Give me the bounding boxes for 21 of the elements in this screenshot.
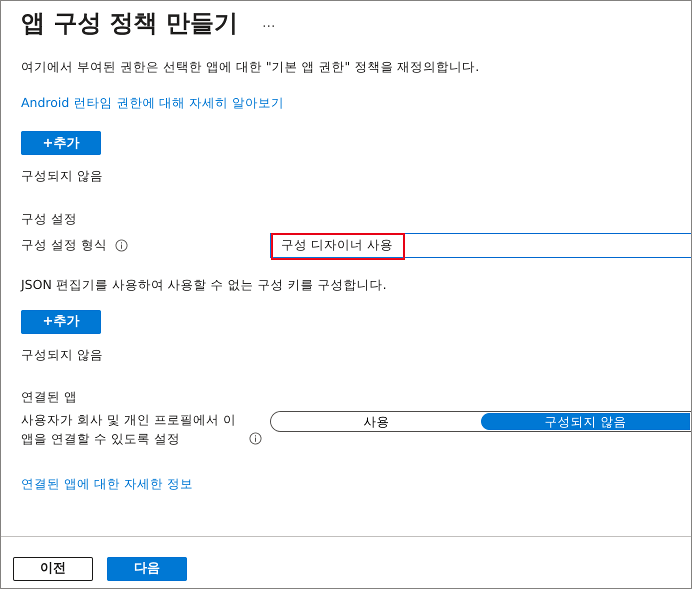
add-button[interactable]: +추가 (21, 310, 101, 334)
section-heading: 연결된 앱 (21, 388, 78, 406)
more-options-button[interactable]: ... (262, 12, 276, 34)
json-note-text: JSON 편집기를 사용하여 사용할 수 없는 구성 키를 구성합니다. (21, 276, 388, 294)
connected-apps-link[interactable]: 연결된 앱에 대한 자세한 정보 (21, 476, 193, 491)
toggle-option[interactable]: 구성되지 않음 (481, 413, 690, 430)
description-text: 여기에서 부여된 권한은 선택한 앱에 대한 "기본 앱 권한" 정책을 재정의합니다. (21, 58, 480, 76)
page-title: 앱 구성 정책 만들기 (21, 9, 238, 38)
status-text: 구성되지 않음 (21, 346, 104, 364)
back-button[interactable]: 이전 (13, 557, 93, 581)
add-button[interactable]: +추가 (21, 131, 101, 156)
learn-more-link[interactable]: Android 런타임 권한에 대해 자세히 알아보기 (21, 94, 284, 110)
status-text: 구성되지 않음 (21, 167, 104, 186)
field-label: 구성 설정 형식 (21, 236, 107, 254)
next-button[interactable]: 다음 (107, 557, 187, 581)
info-icon[interactable] (114, 238, 128, 252)
setting-label: 사용자가 회사 및 개인 프로필에서 이 앱을 연결할 수 있도록 설정 (21, 411, 237, 448)
format-dropdown[interactable]: 구성 디자이너 사용 (270, 232, 691, 258)
info-icon[interactable] (249, 432, 262, 445)
section-heading: 구성 설정 (21, 210, 78, 228)
toggle-option[interactable]: 사용 (272, 413, 481, 430)
